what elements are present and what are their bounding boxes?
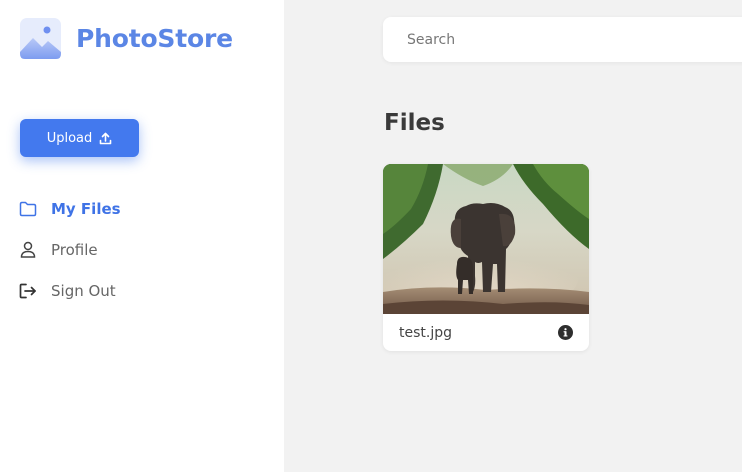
sidebar-item-sign-out[interactable]: Sign Out (18, 270, 121, 311)
file-card[interactable]: test.jpg (383, 164, 589, 351)
sign-out-icon (18, 281, 38, 301)
folder-icon (18, 199, 38, 219)
photo-logo-icon (20, 18, 61, 59)
upload-label: Upload (46, 130, 93, 146)
upload-button[interactable]: Upload (20, 119, 139, 157)
upload-icon (99, 132, 112, 144)
elephant-photo (383, 164, 589, 314)
file-footer: test.jpg (383, 314, 589, 351)
info-icon[interactable] (558, 325, 573, 340)
user-icon (18, 240, 38, 260)
sidebar-item-label: My Files (51, 199, 121, 218)
sidebar: PhotoStore Upload My Files Profile Sign … (0, 0, 284, 472)
page-title: Files (384, 110, 445, 136)
file-name: test.jpg (399, 324, 452, 341)
sidebar-item-label: Sign Out (51, 281, 116, 300)
search-input[interactable] (383, 17, 742, 62)
sidebar-item-my-files[interactable]: My Files (18, 188, 121, 229)
sidebar-item-label: Profile (51, 240, 98, 259)
sidebar-nav: My Files Profile Sign Out (18, 188, 121, 311)
brand-name: PhotoStore (76, 24, 233, 53)
sidebar-item-profile[interactable]: Profile (18, 229, 121, 270)
brand[interactable]: PhotoStore (20, 18, 233, 59)
